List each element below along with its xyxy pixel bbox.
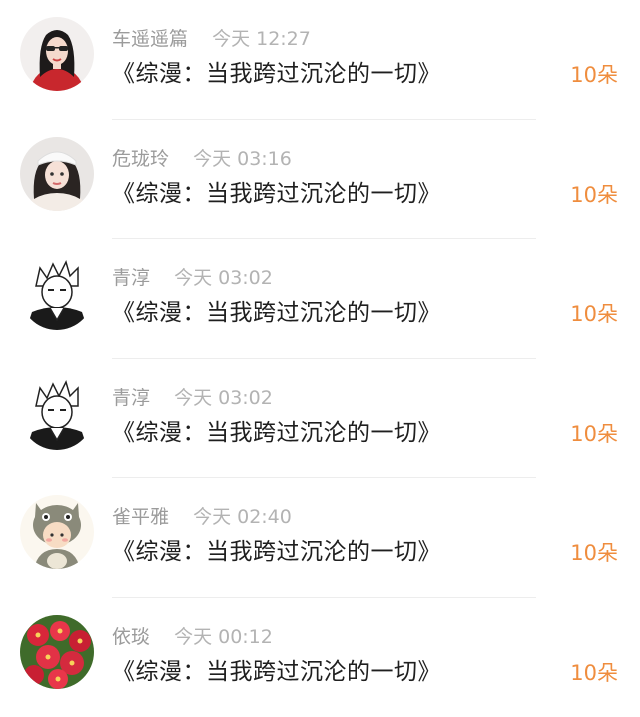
book-title[interactable]: 《综漫：当我跨过沉沦的一切》 bbox=[112, 178, 441, 210]
list-item[interactable]: 雀平雅 今天 02:40 《综漫：当我跨过沉沦的一切》 10朵 bbox=[0, 478, 640, 598]
item-meta: 危珑玲 今天 03:16 bbox=[112, 146, 292, 172]
avatar[interactable] bbox=[20, 495, 94, 569]
item-meta: 雀平雅 今天 02:40 bbox=[112, 504, 292, 530]
flower-count: 10朵 bbox=[570, 539, 618, 567]
flower-count: 10朵 bbox=[570, 659, 618, 687]
flower-count: 10朵 bbox=[570, 300, 618, 328]
timestamp: 今天 02:40 bbox=[193, 506, 292, 528]
username[interactable]: 车遥遥篇 bbox=[112, 28, 188, 50]
username[interactable]: 危珑玲 bbox=[112, 148, 169, 170]
book-title[interactable]: 《综漫：当我跨过沉沦的一切》 bbox=[112, 297, 441, 329]
totoro-costume-kid-avatar-icon bbox=[20, 495, 94, 569]
avatar[interactable] bbox=[20, 615, 94, 689]
username[interactable]: 依琰 bbox=[112, 626, 150, 648]
list-item[interactable]: 青淳 今天 03:02 《综漫：当我跨过沉沦的一切》 10朵 bbox=[0, 359, 640, 479]
list-item[interactable]: 依琰 今天 00:12 《综漫：当我跨过沉沦的一切》 10朵 bbox=[0, 598, 640, 717]
avatar[interactable] bbox=[20, 137, 94, 211]
list-item[interactable]: 车遥遥篇 今天 12:27 《综漫：当我跨过沉沦的一切》 10朵 bbox=[0, 0, 640, 120]
manga-boy-avatar-icon bbox=[20, 376, 94, 450]
avatar[interactable] bbox=[20, 17, 94, 91]
book-title[interactable]: 《综漫：当我跨过沉沦的一切》 bbox=[112, 417, 441, 449]
book-title[interactable]: 《综漫：当我跨过沉沦的一切》 bbox=[112, 536, 441, 568]
list-item[interactable]: 青淳 今天 03:02 《综漫：当我跨过沉沦的一切》 10朵 bbox=[0, 239, 640, 359]
username[interactable]: 青淳 bbox=[112, 267, 150, 289]
manga-boy-avatar-icon bbox=[20, 256, 94, 330]
gift-record-list: 车遥遥篇 今天 12:27 《综漫：当我跨过沉沦的一切》 10朵 危珑玲 今天 … bbox=[0, 0, 640, 717]
flower-count: 10朵 bbox=[570, 61, 618, 89]
woman-white-cap-avatar-icon bbox=[20, 137, 94, 211]
item-meta: 青淳 今天 03:02 bbox=[112, 265, 273, 291]
book-title[interactable]: 《综漫：当我跨过沉沦的一切》 bbox=[112, 58, 441, 90]
item-meta: 青淳 今天 03:02 bbox=[112, 385, 273, 411]
timestamp: 今天 03:02 bbox=[174, 267, 273, 289]
timestamp: 今天 00:12 bbox=[174, 626, 273, 648]
flower-count: 10朵 bbox=[570, 420, 618, 448]
avatar[interactable] bbox=[20, 256, 94, 330]
list-item[interactable]: 危珑玲 今天 03:16 《综漫：当我跨过沉沦的一切》 10朵 bbox=[0, 120, 640, 240]
book-title[interactable]: 《综漫：当我跨过沉沦的一切》 bbox=[112, 656, 441, 688]
username[interactable]: 青淳 bbox=[112, 387, 150, 409]
woman-red-dress-avatar-icon bbox=[20, 17, 94, 91]
username[interactable]: 雀平雅 bbox=[112, 506, 169, 528]
flower-count: 10朵 bbox=[570, 181, 618, 209]
timestamp: 今天 12:27 bbox=[212, 28, 311, 50]
item-meta: 依琰 今天 00:12 bbox=[112, 624, 273, 650]
avatar[interactable] bbox=[20, 376, 94, 450]
timestamp: 今天 03:02 bbox=[174, 387, 273, 409]
item-meta: 车遥遥篇 今天 12:27 bbox=[112, 26, 311, 52]
red-flowers-avatar-icon bbox=[20, 615, 94, 689]
timestamp: 今天 03:16 bbox=[193, 148, 292, 170]
